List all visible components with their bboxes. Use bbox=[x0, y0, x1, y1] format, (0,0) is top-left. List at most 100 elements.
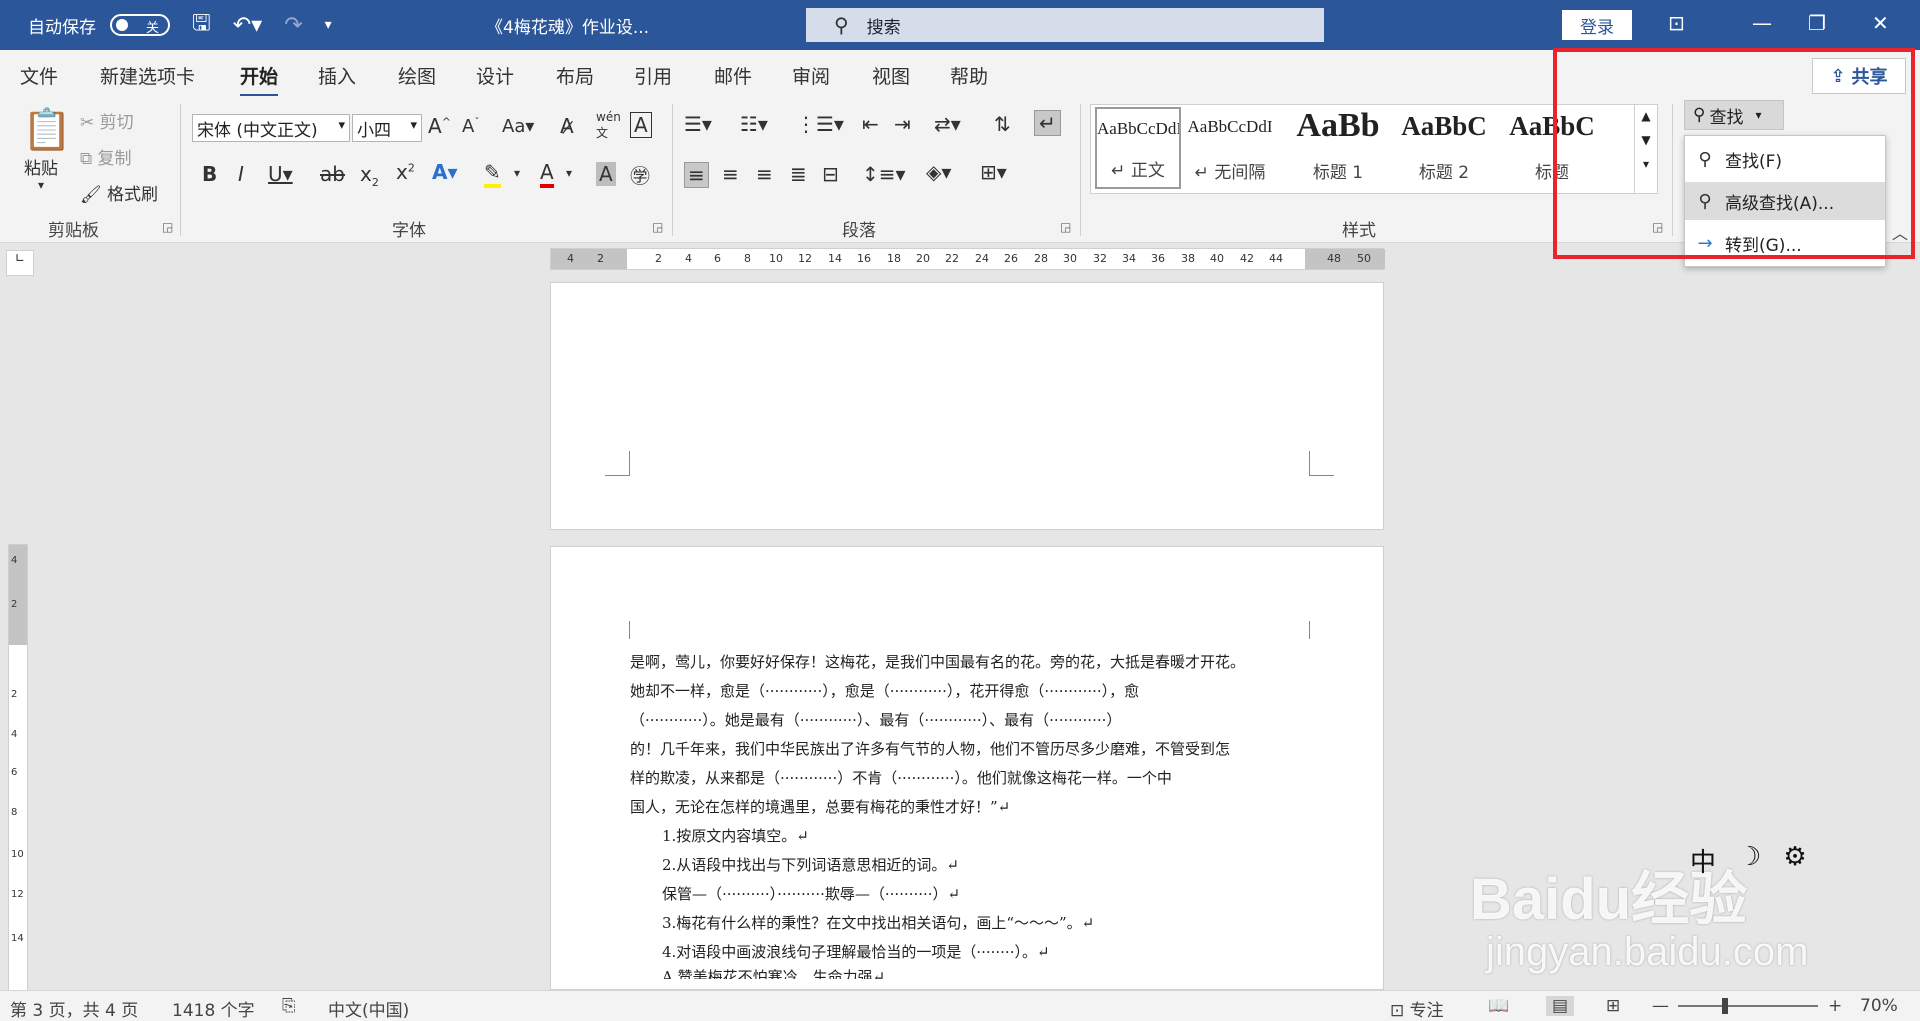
bullets-icon[interactable]: ☰▾ bbox=[684, 112, 712, 136]
paste-button[interactable]: 粘贴 bbox=[24, 154, 58, 179]
minimize-icon[interactable]: — bbox=[1752, 11, 1772, 35]
format-painter-button[interactable]: 🖌 格式刷 bbox=[80, 180, 158, 205]
char-border-icon[interactable]: A bbox=[630, 112, 652, 138]
moon-icon[interactable]: ☽ bbox=[1738, 842, 1761, 879]
zoom-level[interactable]: 70% bbox=[1860, 996, 1898, 1016]
zoom-out-icon[interactable]: — bbox=[1652, 996, 1669, 1016]
chevron-down-icon[interactable]: ▾ bbox=[514, 166, 520, 180]
ruler-tick-label: 2 bbox=[597, 252, 604, 265]
style-heading-2[interactable]: AaBbC 标题 2 bbox=[1401, 107, 1487, 189]
tab-design[interactable]: 设计 bbox=[476, 62, 514, 89]
restore-icon[interactable]: ❐ bbox=[1808, 11, 1826, 35]
decrease-indent-icon[interactable]: ⇤ bbox=[862, 112, 879, 136]
subscript-icon[interactable]: x2 bbox=[360, 162, 379, 189]
word-count[interactable]: 1418 个字 bbox=[172, 996, 255, 1021]
borders-icon[interactable]: ⊞▾ bbox=[980, 160, 1007, 184]
chevron-down-icon[interactable]: ▾ bbox=[566, 166, 572, 180]
ime-mode-icon[interactable]: 中 bbox=[1690, 842, 1716, 879]
save-icon[interactable]: 🖫 bbox=[192, 6, 211, 44]
underline-icon[interactable]: U▾ bbox=[268, 162, 293, 186]
collapse-ribbon-icon[interactable]: ︿ bbox=[1892, 220, 1908, 244]
zoom-slider-thumb[interactable] bbox=[1722, 998, 1728, 1014]
show-marks-icon[interactable]: ↵ bbox=[1034, 110, 1061, 136]
autosave-toggle[interactable]: 关 bbox=[110, 14, 170, 36]
cut-button[interactable]: ✂ 剪切 bbox=[80, 108, 134, 133]
ruler-tick-label: 6 bbox=[11, 767, 18, 778]
page-count[interactable]: 第 3 页，共 4 页 bbox=[10, 996, 138, 1021]
highlight-icon[interactable]: ✎ bbox=[484, 160, 501, 188]
focus-button[interactable]: ⊡ 专注 bbox=[1390, 996, 1444, 1021]
proofing-icon[interactable]: ⎘ bbox=[282, 996, 296, 1016]
tab-file[interactable]: 文件 bbox=[20, 62, 58, 89]
phonetic-guide-icon[interactable]: wén 文 bbox=[596, 110, 621, 141]
paste-icon[interactable]: 📋 bbox=[22, 106, 72, 153]
style-no-spacing[interactable]: AaBbCcDdI ↵ 无间隔 bbox=[1187, 107, 1273, 189]
strikethrough-icon[interactable]: ab bbox=[320, 162, 345, 186]
close-icon[interactable]: ✕ bbox=[1872, 11, 1889, 35]
text-direction-icon[interactable]: ⇄▾ bbox=[934, 112, 961, 136]
align-right-icon[interactable]: ≡ bbox=[756, 162, 773, 186]
gear-icon[interactable]: ⚙ bbox=[1783, 842, 1806, 879]
tab-review[interactable]: 审阅 bbox=[792, 62, 830, 89]
tab-home[interactable]: 开始 bbox=[240, 62, 279, 97]
font-launcher-icon[interactable]: ◲ bbox=[652, 220, 663, 234]
text-effects-icon[interactable]: A▾ bbox=[432, 160, 458, 184]
document-body[interactable]: 是啊，莺儿，你要好好保存！这梅花，是我们中国最有名的花。旁的花，大抵是春暖才开花… bbox=[630, 648, 1310, 979]
tab-help[interactable]: 帮助 bbox=[950, 62, 988, 89]
increase-indent-icon[interactable]: ⇥ bbox=[894, 112, 911, 136]
numbering-icon[interactable]: ☷▾ bbox=[740, 112, 768, 136]
shrink-font-icon[interactable]: Aˇ bbox=[462, 116, 479, 137]
ribbon-display-icon[interactable]: ⊡ bbox=[1668, 11, 1685, 35]
font-size-combo[interactable]: 小四 ▾ bbox=[352, 114, 422, 142]
separator bbox=[672, 104, 673, 236]
multilevel-list-icon[interactable]: ⋮☰▾ bbox=[796, 112, 844, 136]
style-heading-1[interactable]: AaBb 标题 1 bbox=[1295, 107, 1381, 189]
vertical-ruler[interactable]: 4 2 2 4 6 8 10 12 14 bbox=[8, 544, 28, 992]
tab-insert[interactable]: 插入 bbox=[318, 62, 356, 89]
tab-mailings[interactable]: 邮件 bbox=[714, 62, 752, 89]
italic-icon[interactable]: I bbox=[238, 162, 244, 186]
grow-font-icon[interactable]: A^ bbox=[428, 114, 451, 138]
tab-draw[interactable]: 绘图 bbox=[398, 62, 436, 89]
redo-icon[interactable]: ↷ bbox=[284, 13, 302, 38]
language[interactable]: 中文(中国) bbox=[328, 996, 409, 1021]
zoom-slider[interactable] bbox=[1678, 1005, 1818, 1007]
font-color-icon[interactable]: A bbox=[540, 160, 554, 188]
change-case-icon[interactable]: Aa▾ bbox=[502, 116, 534, 137]
customize-qat-icon[interactable]: ▾ bbox=[325, 17, 332, 33]
print-layout-icon[interactable]: ▤ bbox=[1546, 996, 1575, 1016]
tab-new[interactable]: 新建选项卡 bbox=[100, 62, 195, 89]
align-center-icon[interactable]: ≡ bbox=[722, 162, 739, 186]
superscript-icon[interactable]: x2 bbox=[396, 160, 415, 184]
style-normal[interactable]: AaBbCcDdI ↵ 正文 bbox=[1095, 107, 1181, 189]
copy-button[interactable]: ⧉ 复制 bbox=[80, 144, 132, 169]
undo-icon[interactable]: ↶▾ bbox=[233, 13, 262, 38]
sort-icon[interactable]: ⇅ bbox=[994, 112, 1011, 136]
bold-icon[interactable]: B bbox=[202, 162, 217, 186]
shading-icon[interactable]: ◈▾ bbox=[926, 160, 951, 184]
read-mode-icon[interactable]: 📖 bbox=[1488, 996, 1509, 1016]
clipboard-launcher-icon[interactable]: ◲ bbox=[162, 220, 173, 234]
char-shading-icon[interactable]: A bbox=[596, 162, 616, 186]
zoom-in-icon[interactable]: + bbox=[1828, 996, 1842, 1016]
web-layout-icon[interactable]: ⊞ bbox=[1606, 996, 1620, 1016]
align-left-icon[interactable]: ≡ bbox=[684, 162, 709, 188]
tab-selector[interactable]: ∟ bbox=[6, 250, 34, 276]
horizontal-ruler[interactable]: 4 2 2 4 6 8 10 12 14 16 18 20 22 24 26 2… bbox=[550, 248, 1385, 270]
tab-references[interactable]: 引用 bbox=[634, 62, 672, 89]
line-spacing-icon[interactable]: ↕≡▾ bbox=[862, 162, 906, 186]
ime-toolbar[interactable]: 中 ☽ ⚙ bbox=[1690, 842, 1807, 879]
justify-icon[interactable]: ≣ bbox=[790, 162, 807, 186]
login-button[interactable]: 登录 bbox=[1562, 10, 1632, 40]
ruler-tick-label: 6 bbox=[714, 252, 721, 265]
clear-format-icon[interactable]: A̷ bbox=[560, 114, 574, 138]
enclose-char-icon[interactable]: ㊫ bbox=[630, 160, 650, 189]
document-title[interactable]: 《4梅花魂》作业设... bbox=[486, 13, 649, 38]
font-name-combo[interactable]: 宋体 (中文正文) ▾ bbox=[192, 114, 350, 142]
search-box[interactable]: ⚲ 搜索 bbox=[806, 8, 1324, 42]
distributed-icon[interactable]: ⊟ bbox=[822, 162, 839, 186]
paragraph-launcher-icon[interactable]: ◲ bbox=[1060, 220, 1071, 234]
paste-dropdown-icon[interactable]: ▾ bbox=[38, 178, 44, 192]
tab-layout[interactable]: 布局 bbox=[556, 62, 594, 89]
tab-view[interactable]: 视图 bbox=[872, 62, 910, 89]
